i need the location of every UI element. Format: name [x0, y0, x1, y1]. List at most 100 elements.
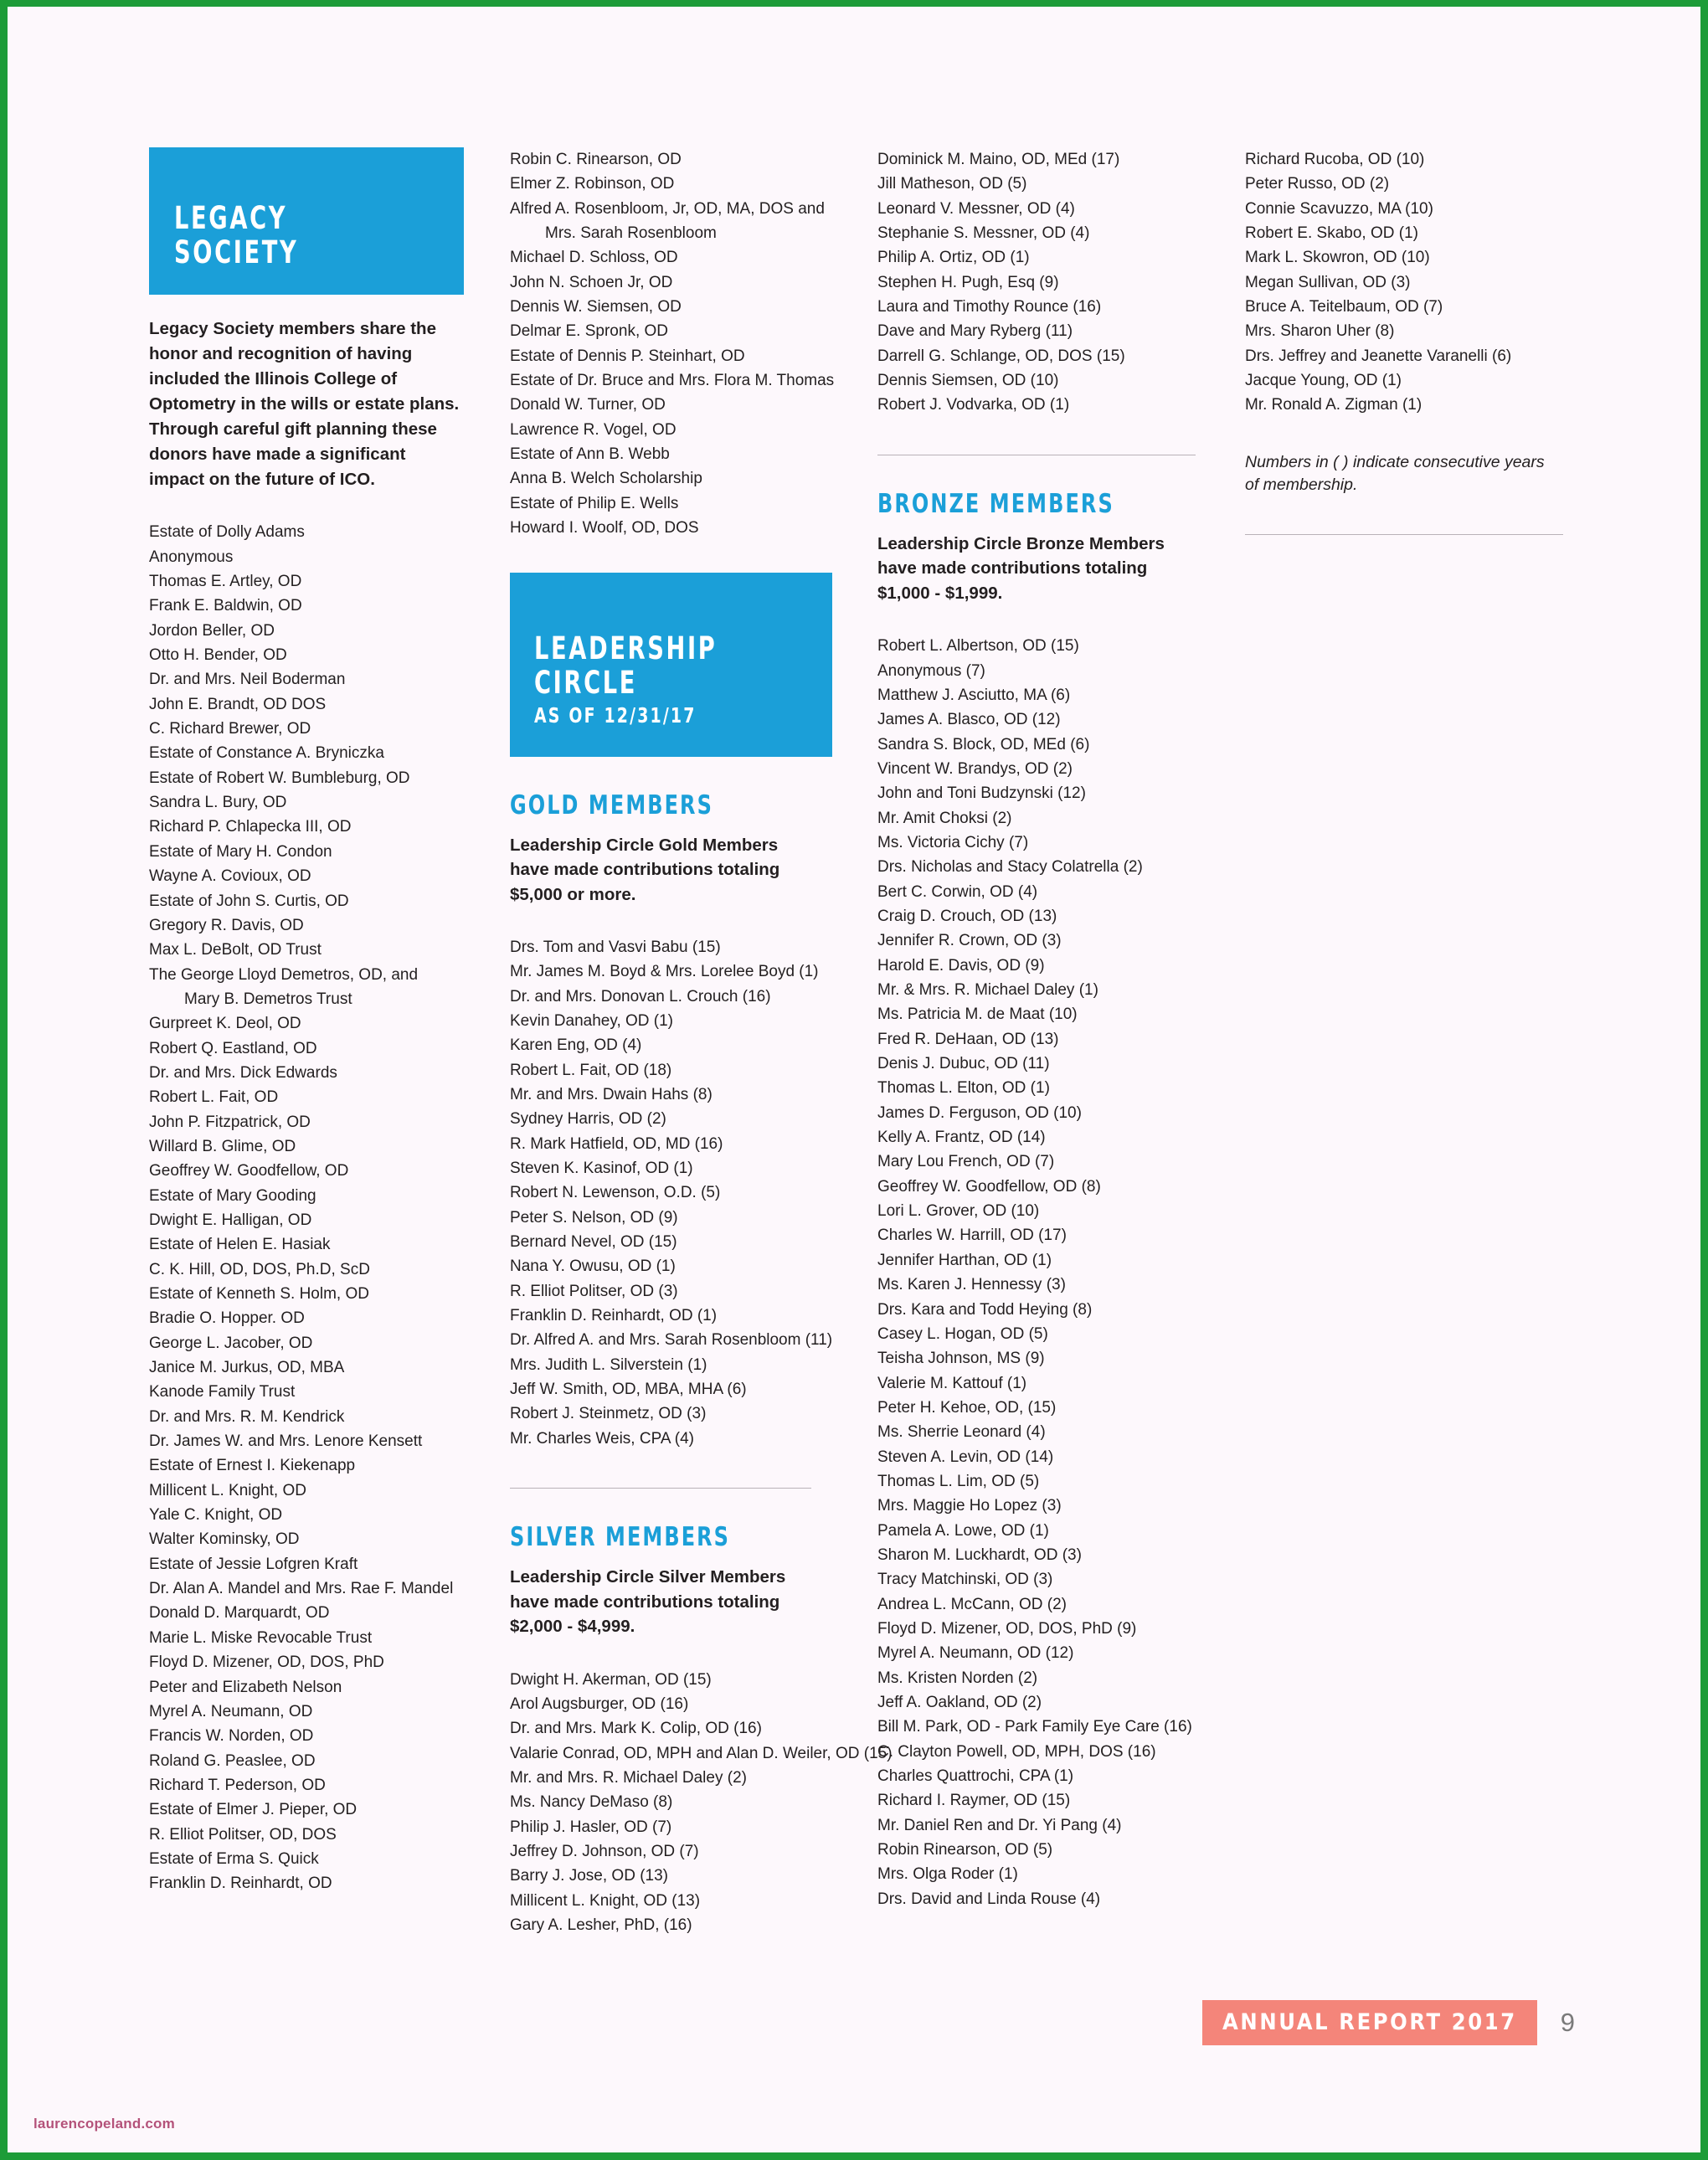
list-item: Estate of Ernest I. Kiekenapp — [149, 1457, 356, 1475]
leadership-hero-asof: AS OF 12/31/17 — [534, 703, 697, 728]
list-item: Bradie O. Hopper. OD — [149, 1309, 305, 1328]
column-1: LEGACY SOCIETY Legacy Society members sh… — [149, 147, 476, 1896]
gold-members-description: Leadership Circle Gold Members have made… — [510, 835, 780, 904]
list-item: Drs. Jeffrey and Jeanette Varanelli (6) — [1245, 347, 1512, 365]
list-item: Willard B. Glime, OD — [149, 1137, 296, 1155]
list-item: Robert L. Albertson, OD (15) — [877, 637, 1079, 656]
list-item: Richard P. Chlapecka III, OD — [149, 818, 352, 836]
list-item: Dr. Alfred A. and Mrs. Sarah Rosenbloom … — [510, 1331, 833, 1350]
list-item: Dennis W. Siemsen, OD — [510, 297, 682, 316]
list-item: Yale C. Knight, OD — [149, 1506, 283, 1525]
document-page: LEGACY SOCIETY Legacy Society members sh… — [8, 7, 1700, 2152]
gold-members-heading: GOLD MEMBERS — [510, 789, 713, 820]
list-item: Dr. and Mrs. R. M. Kendrick — [149, 1407, 345, 1426]
list-item: Mr. and Mrs. R. Michael Daley (2) — [510, 1769, 747, 1787]
list-item: Drs. David and Linda Rouse (4) — [877, 1890, 1101, 1908]
list-item: Frank E. Baldwin, OD — [149, 597, 302, 615]
list-item: Otto H. Bender, OD — [149, 646, 287, 665]
list-item: Jacque Young, OD (1) — [1245, 371, 1402, 389]
list-item: John E. Brandt, OD DOS — [149, 695, 327, 713]
list-item: Robin C. Rinearson, OD — [510, 150, 682, 168]
list-item: Thomas L. Elton, OD (1) — [877, 1079, 1050, 1098]
list-item: John P. Fitzpatrick, OD — [149, 1113, 311, 1131]
membership-years-note: Numbers in ( ) indicate consecutive year… — [1245, 452, 1545, 495]
list-item: Geoffrey W. Goodfellow, OD — [149, 1162, 349, 1180]
list-item: Kanode Family Trust — [149, 1383, 296, 1401]
leadership-circle-hero: LEADERSHIP CIRCLE AS OF 12/31/17 — [510, 572, 832, 757]
list-item: Megan Sullivan, OD (3) — [1245, 273, 1411, 291]
bronze-members-list-continued: Richard Rucoba, OD (10) Peter Russo, OD (… — [1245, 147, 1580, 418]
list-item: Mark L. Skowron, OD (10) — [1245, 249, 1430, 267]
list-item: Mrs. Judith L. Silverstein (1) — [510, 1355, 707, 1374]
list-item: Casey L. Hogan, OD (5) — [877, 1324, 1048, 1343]
list-item: Steven A. Levin, OD (14) — [877, 1448, 1054, 1466]
list-item: Estate of Ann B. Webb — [510, 445, 670, 464]
list-item: Connie Scavuzzo, MA (10) — [1245, 199, 1433, 218]
list-item: Mr. Ronald A. Zigman (1) — [1245, 396, 1422, 414]
list-item: Karen Eng, OD (4) — [510, 1036, 642, 1055]
list-item: Estate of Mary Gooding — [149, 1186, 316, 1205]
list-item: Peter S. Nelson, OD (9) — [510, 1208, 678, 1227]
list-item: Richard I. Raymer, OD (15) — [877, 1792, 1071, 1810]
list-item: Estate of Kenneth S. Holm, OD — [149, 1285, 369, 1303]
list-item: Myrel A. Neumann, OD — [149, 1702, 313, 1720]
list-item: Mr. and Mrs. Dwain Hahs (8) — [510, 1086, 713, 1103]
list-item: Estate of Robert W. Bumbleburg, OD — [149, 769, 410, 787]
column-4: Richard Rucoba, OD (10) Peter Russo, OD (… — [1245, 147, 1580, 536]
list-item: Estate of Mary H. Condon — [149, 842, 332, 861]
list-item: Ms. Kristen Norden (2) — [877, 1669, 1038, 1687]
list-item: Ms. Victoria Cichy (7) — [877, 833, 1029, 851]
list-item: Donald D. Marquardt, OD — [149, 1604, 330, 1623]
list-item: Mr. James M. Boyd & Mrs. Lorelee Boyd (1… — [510, 963, 819, 981]
list-item: Walter Kominsky, OD — [149, 1530, 300, 1549]
list-item: Matthew J. Asciutto, MA (6) — [877, 686, 1071, 704]
list-item: Bill M. Park, OD - Park Family Eye Care … — [877, 1718, 1192, 1736]
list-item: C. Clayton Powell, OD, MPH, DOS (16) — [877, 1742, 1156, 1761]
legacy-hero-line-1: LEGACY — [174, 200, 288, 236]
list-item: Drs. Tom and Vasvi Babu (15) — [510, 938, 721, 956]
list-item: Robin Rinearson, OD (5) — [877, 1841, 1053, 1859]
list-item: Andrea L. McCann, OD (2) — [877, 1595, 1067, 1613]
list-item: Lori L. Grover, OD (10) — [877, 1202, 1040, 1221]
list-item: Charles W. Harrill, OD (17) — [877, 1227, 1067, 1245]
list-item: Ms. Karen J. Hennessy (3) — [877, 1276, 1066, 1294]
note-bottom-divider — [1245, 534, 1563, 536]
legacy-donor-list-column-2: Robin C. Rinearson, OD Elmer Z. Robinson,… — [510, 147, 836, 541]
silver-members-list: Dwight H. Akerman, OD (15) Arol Augsburge… — [510, 1668, 893, 1938]
content-columns: LEGACY SOCIETY Legacy Society members sh… — [8, 7, 1700, 2152]
list-item: Teisha Johnson, MS (9) — [877, 1350, 1045, 1368]
list-item: Dr. Alan A. Mandel and Mrs. Rae F. Mande… — [149, 1580, 454, 1598]
list-item: Dr. and Mrs. Neil Boderman — [149, 671, 346, 689]
silver-members-description: Leadership Circle Silver Members have ma… — [510, 1567, 786, 1637]
list-item: Franklin D. Reinhardt, OD — [149, 1875, 332, 1893]
list-item: Michael D. Schloss, OD — [510, 249, 678, 267]
legacy-intro-paragraph: Legacy Society members share the honor a… — [149, 319, 460, 489]
list-item: Mrs. Olga Roder (1) — [877, 1865, 1018, 1884]
list-item: Jill Matheson, OD (5) — [877, 175, 1027, 193]
list-item: Franklin D. Reinhardt, OD (1) — [510, 1307, 718, 1325]
list-item: Mr. & Mrs. R. Michael Daley (1) — [877, 981, 1098, 1000]
list-item: Floyd D. Mizener, OD, DOS, PhD — [149, 1653, 384, 1672]
list-item: Mrs. Sharon Uher (8) — [1245, 322, 1395, 341]
list-item: Anonymous — [149, 548, 234, 566]
list-item: Kevin Danahey, OD (1) — [510, 1011, 674, 1030]
list-item: James D. Ferguson, OD (10) — [877, 1103, 1082, 1122]
bronze-members-description: Leadership Circle Bronze Members have ma… — [877, 533, 1165, 603]
legacy-hero-line-2: SOCIETY — [174, 234, 299, 271]
gold-members-list: Drs. Tom and Vasvi Babu (15) Mr. James M.… — [510, 935, 836, 1451]
list-item: Thomas E. Artley, OD — [149, 573, 302, 591]
list-item: Drs. Kara and Todd Heying (8) — [877, 1300, 1093, 1319]
list-item: Mary B. Demetros Trust — [184, 990, 352, 1008]
list-item: Delmar E. Spronk, OD — [510, 322, 668, 341]
bronze-members-heading: BRONZE MEMBERS — [877, 488, 1114, 519]
list-item: Gurpreet K. Deol, OD — [149, 1015, 301, 1033]
list-item: Stephen H. Pugh, Esq (9) — [877, 273, 1059, 291]
list-item: Ms. Sherrie Leonard (4) — [877, 1423, 1046, 1442]
list-item: C. Richard Brewer, OD — [149, 720, 311, 738]
list-item: C. K. Hill, OD, DOS, Ph.D, ScD — [149, 1260, 370, 1278]
list-item: Barry J. Jose, OD (13) — [510, 1867, 668, 1885]
list-item: The George Lloyd Demetros, OD, and — [149, 965, 419, 984]
list-item: Leonard V. Messner, OD (4) — [877, 199, 1075, 218]
list-item: Craig D. Crouch, OD (13) — [877, 908, 1057, 925]
list-item: Estate of Helen E. Hasiak — [149, 1236, 331, 1254]
